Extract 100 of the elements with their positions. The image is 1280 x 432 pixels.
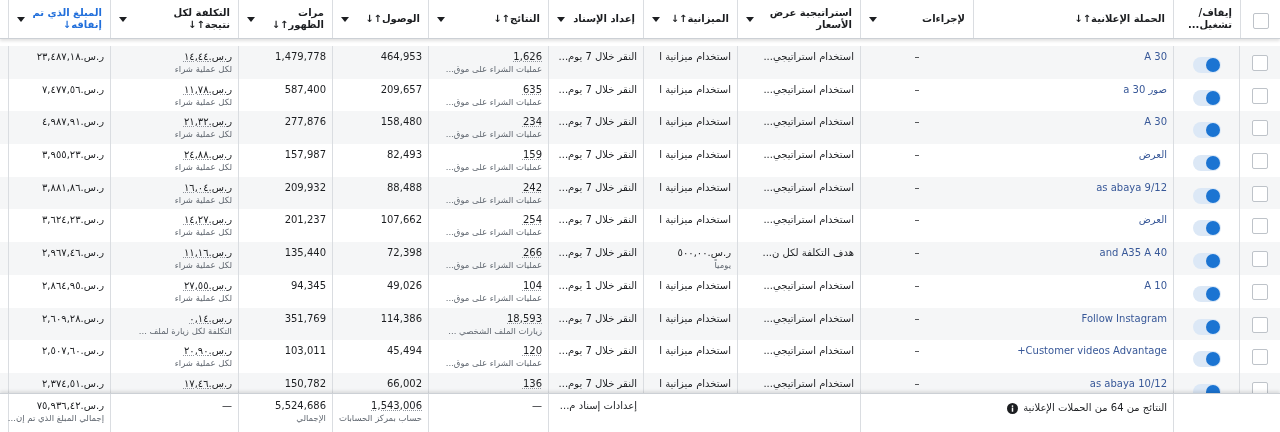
cell-subtext: حساب بمركز الحسابات — [338, 413, 422, 423]
table-cell: ر.س.٢٤,٨٨ — [183, 149, 232, 161]
table-cell: استخدام استراتيجي... — [763, 149, 854, 161]
campaign-link[interactable]: A 30 — [1144, 116, 1167, 128]
toggle-switch[interactable] — [1192, 155, 1221, 172]
toggle-switch[interactable] — [1192, 220, 1221, 237]
caret-icon[interactable] — [119, 16, 127, 22]
table-cell: ر.س.١٤,٤٤ — [183, 51, 232, 62]
table-cell: 94,345 — [291, 279, 326, 291]
column-header[interactable]: الوصول↑↓ — [365, 12, 420, 26]
campaign-link[interactable]: Follow Instagram — [1081, 312, 1167, 324]
table-cell: — — [532, 400, 542, 411]
cell-subtext: لكل عملية شراء — [174, 260, 232, 271]
column-header[interactable]: الحملة الإعلانية↑↓ — [1074, 12, 1165, 26]
table-cell: استخدام ميزانية ا — [659, 279, 731, 291]
campaign-link[interactable]: العرض — [1138, 149, 1167, 161]
cell-subtext: لكل عملية شراء — [174, 96, 232, 107]
table-cell: ر.س.٢,٥٠٧,٦٠ — [42, 345, 104, 357]
caret-icon[interactable] — [652, 16, 660, 22]
table-cell: النقر خلال 7 يوم... — [558, 116, 637, 128]
row-checkbox[interactable] — [1252, 185, 1268, 202]
table-cell: استخدام استراتيجي... — [763, 51, 854, 62]
caret-icon[interactable] — [341, 16, 349, 22]
table-cell: ر.س.١٧,٤٦ — [183, 377, 232, 389]
select-all-checkbox[interactable] — [1252, 13, 1269, 29]
toggle-switch[interactable] — [1192, 285, 1221, 302]
row-checkbox[interactable] — [1252, 55, 1268, 71]
table-cell: 266 — [522, 247, 542, 259]
campaign-link[interactable]: Customer videos Advantage+ — [1017, 345, 1167, 357]
campaign-link[interactable]: as abaya 9/12 — [1096, 181, 1167, 193]
row-checkbox[interactable] — [1252, 316, 1268, 333]
cell-subtext: عمليات الشراء على موق... — [445, 64, 542, 74]
table-cell: استخدام ميزانية ا — [659, 214, 731, 226]
table-cell: استخدام استراتيجي... — [763, 181, 854, 193]
info-icon[interactable] — [1007, 403, 1019, 414]
caret-icon[interactable] — [746, 16, 754, 22]
row-checkbox[interactable] — [1252, 251, 1268, 268]
table-cell: 49,026 — [387, 279, 422, 291]
column-header[interactable]: الميزانية↑↓ — [670, 12, 729, 26]
campaign-link[interactable]: A 30 — [1144, 51, 1167, 62]
cell-subtext: لكل عملية شراء — [174, 129, 232, 140]
table-cell: 5,524,686 — [275, 400, 326, 411]
table-cell: النقر خلال 7 يوم... — [558, 214, 637, 226]
column-header[interactable]: التكلفة لكل نتيجة↑↓ — [131, 6, 230, 32]
campaign-link[interactable]: صور 30 a — [1123, 83, 1167, 95]
column-header[interactable]: النتائج↑↓ — [493, 12, 540, 26]
campaign-link[interactable]: and A35 A 40 — [1099, 247, 1167, 259]
toggle-switch[interactable] — [1192, 122, 1221, 139]
table-cell: 104 — [522, 279, 542, 291]
table-cell: هدف التكلفة لكل ن... — [762, 247, 854, 259]
toggle-switch[interactable] — [1192, 57, 1221, 73]
column-header[interactable]: المبلغ الذي تم إنفاقه↓ — [29, 6, 102, 32]
caret-icon[interactable] — [247, 16, 255, 22]
caret-icon[interactable] — [17, 16, 25, 22]
caret-icon[interactable] — [869, 16, 877, 22]
results-summary: النتائج من 64 من الحملات الإعلانية — [1023, 402, 1167, 413]
table-cell: استخدام استراتيجي... — [763, 377, 854, 389]
row-checkbox[interactable] — [1252, 153, 1268, 170]
cell-subtext: لكل عملية شراء — [174, 162, 232, 173]
toggle-switch[interactable] — [1192, 89, 1221, 106]
table-cell: 201,237 — [284, 214, 326, 226]
table-cell: 1,626 — [513, 51, 542, 62]
row-checkbox[interactable] — [1252, 120, 1268, 137]
column-header[interactable]: مرات الظهور↑↓ — [259, 6, 324, 32]
table-cell: ر.س.٣,٨٨١,٨٦ — [42, 181, 104, 193]
caret-icon[interactable] — [437, 16, 445, 22]
row-checkbox[interactable] — [1252, 218, 1268, 235]
campaign-link[interactable]: as abaya 10/12 — [1089, 377, 1167, 389]
row-checkbox[interactable] — [1252, 283, 1268, 300]
row-checkbox[interactable] — [1252, 381, 1268, 393]
toggle-switch[interactable] — [1192, 253, 1221, 270]
table-cell: 254 — [522, 214, 542, 226]
row-checkbox[interactable] — [1252, 87, 1268, 104]
table-cell: استخدام استراتيجي... — [763, 312, 854, 324]
table-cell: النقر خلال 7 يوم... — [558, 345, 637, 357]
table-cell: ر.س.٢,٩٦٧,٤٦ — [42, 247, 104, 259]
column-header[interactable]: لإجراءات — [922, 12, 965, 26]
column-header[interactable]: استراتيجية عرض الأسعار — [758, 6, 852, 32]
column-header[interactable]: إعداد الإسناد — [573, 12, 635, 26]
toggle-switch[interactable] — [1192, 351, 1221, 368]
campaign-link[interactable]: A 10 — [1144, 279, 1167, 291]
table-cell: ر.س.٢٣,٤٨٧,١٨ — [36, 51, 104, 62]
table-cell: 103,011 — [284, 345, 326, 357]
table-cell: استخدام استراتيجي... — [763, 279, 854, 291]
toggle-switch[interactable] — [1192, 187, 1221, 204]
table-cell: استخدام ميزانية ا — [659, 181, 731, 193]
cell-subtext: الإجمالي — [296, 413, 326, 423]
table-cell: النقر خلال 7 يوم... — [558, 149, 637, 161]
table-cell: ر.س.١١,٧٨ — [183, 83, 232, 95]
table-cell: النقر خلال 7 يوم... — [558, 377, 637, 389]
table-cell: 209,932 — [284, 181, 326, 193]
table-cell: استخدام ميزانية ا — [659, 377, 731, 389]
table-cell: 157,987 — [284, 149, 326, 161]
column-header[interactable]: إيقاف/ تشغيل... — [1182, 6, 1232, 32]
row-checkbox[interactable] — [1252, 349, 1268, 366]
toggle-switch[interactable] — [1192, 318, 1221, 335]
campaign-link[interactable]: العرض — [1138, 214, 1167, 226]
cell-subtext: عمليات الشراء على موق... — [445, 162, 542, 173]
caret-icon[interactable] — [557, 16, 565, 22]
table-cell: – — [914, 214, 920, 226]
